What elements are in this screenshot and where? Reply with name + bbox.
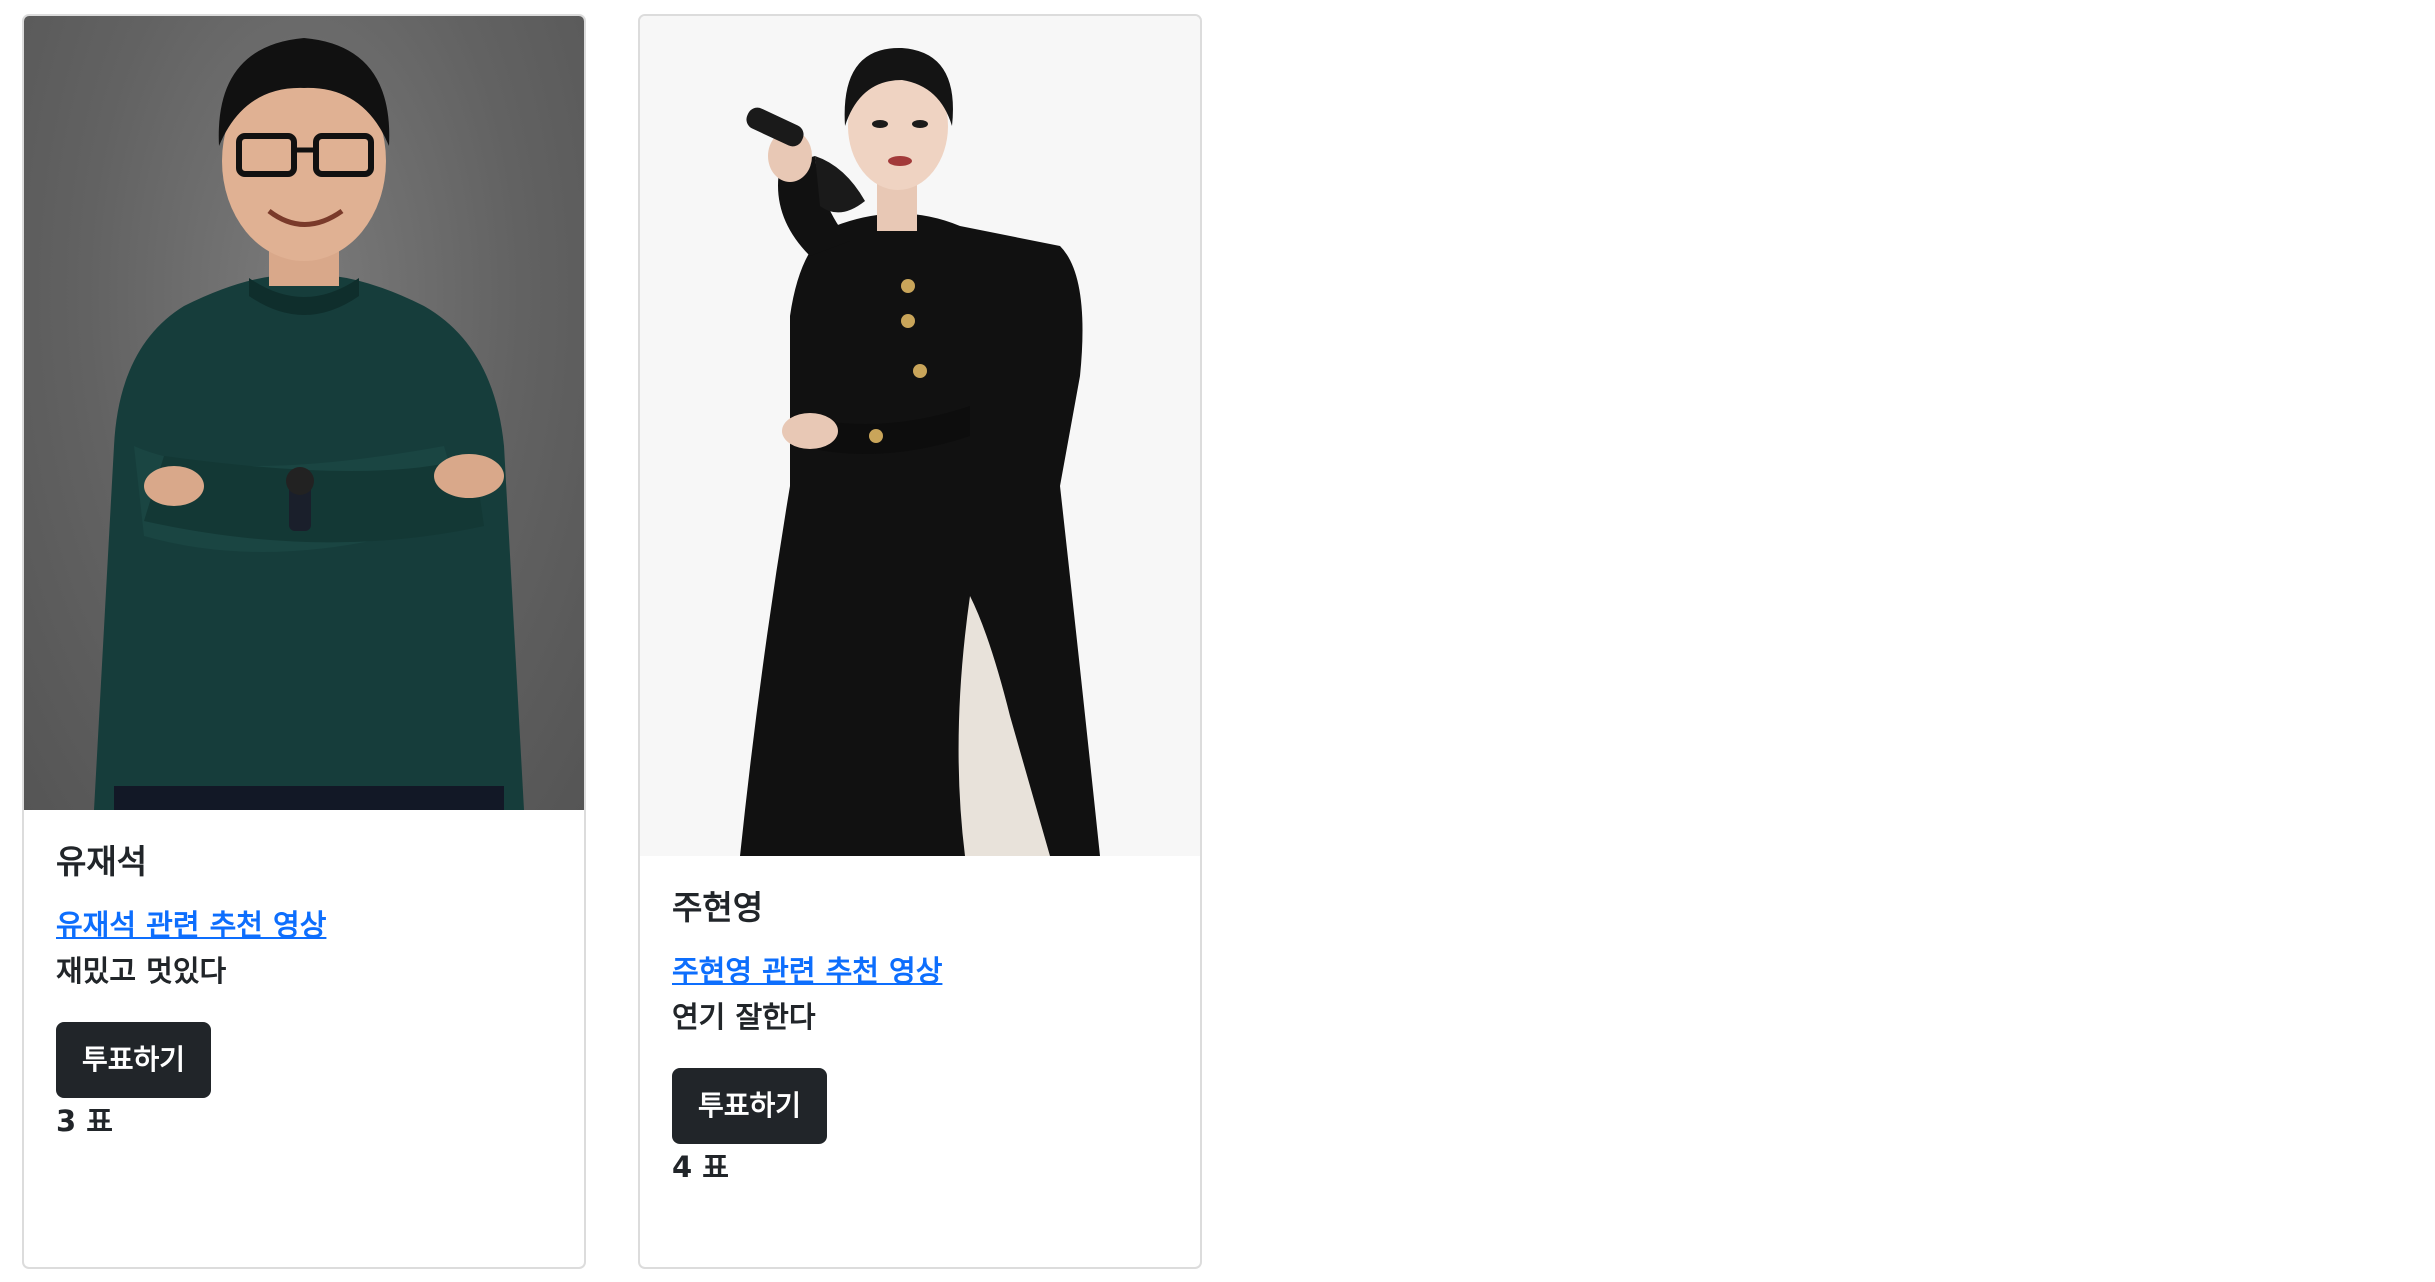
woman-portrait-image (740, 47, 1100, 856)
vote-count: 3 표 (56, 1104, 113, 1138)
card-body: 유재석 유재석 관련 추천 영상 재밌고 멋있다 투표하기 3 표 (24, 810, 584, 1140)
candidate-name: 주현영 (672, 888, 764, 927)
candidate-description: 재밌고 멋있다 (56, 954, 227, 988)
candidate-photo (24, 16, 584, 810)
candidate-description: 연기 잘한다 (672, 1000, 816, 1034)
candidate-card: 유재석 유재석 관련 추천 영상 재밌고 멋있다 투표하기 3 표 (22, 14, 586, 1269)
candidate-card: 주현영 주현영 관련 추천 영상 연기 잘한다 투표하기 4 표 (638, 14, 1202, 1269)
card-body: 주현영 주현영 관련 추천 영상 연기 잘한다 투표하기 4 표 (640, 856, 1200, 1186)
vote-count: 4 표 (672, 1150, 729, 1184)
man-portrait-image (94, 38, 524, 810)
recommended-video-link[interactable]: 주현영 관련 추천 영상 (672, 952, 942, 990)
candidate-name: 유재석 (56, 842, 148, 881)
recommended-video-link[interactable]: 유재석 관련 추천 영상 (56, 906, 326, 944)
vote-button[interactable]: 투표하기 (672, 1068, 828, 1144)
vote-button[interactable]: 투표하기 (56, 1022, 212, 1098)
candidate-photo (640, 16, 1200, 856)
